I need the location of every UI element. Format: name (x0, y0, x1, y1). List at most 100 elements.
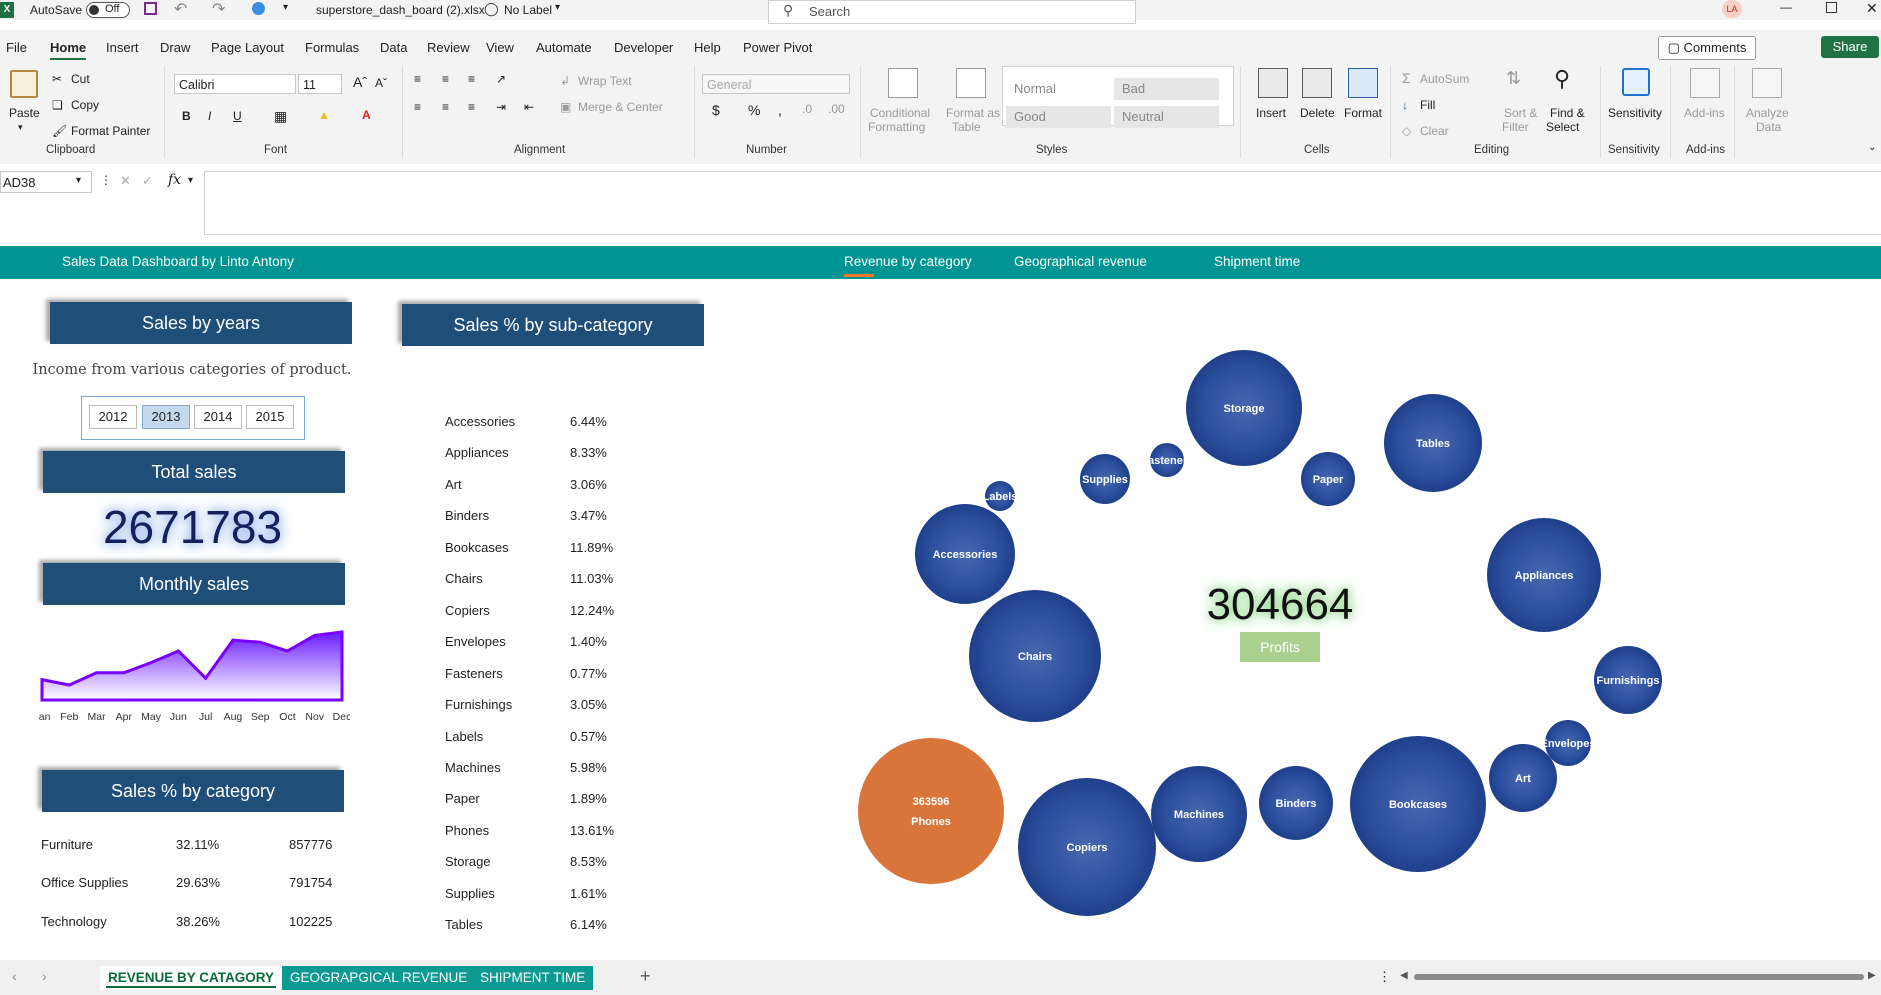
add-ins-button[interactable]: Add-ins (1684, 106, 1725, 120)
shield-icon[interactable]: ◯ (484, 1, 499, 17)
borders-icon[interactable]: ▦ (274, 108, 287, 125)
delete-button[interactable]: Delete (1300, 106, 1335, 120)
bubble-phones[interactable] (858, 738, 1004, 884)
menu-view[interactable]: View (486, 40, 514, 55)
data-label[interactable]: Data (1756, 120, 1781, 134)
menu-developer[interactable]: Developer (614, 40, 673, 55)
sheet-tab-shipment-time[interactable]: SHIPMENT TIME (472, 966, 594, 990)
menu-review[interactable]: Review (427, 40, 470, 55)
sheet-tab-geograpgical-revenue[interactable]: GEOGRAPGICAL REVENUE (282, 966, 476, 990)
undo-icon[interactable]: ↶ (174, 0, 187, 19)
style-neutral[interactable]: Neutral (1114, 106, 1219, 128)
nav-geographical-revenue[interactable]: Geographical revenue (1014, 254, 1147, 269)
paste-icon[interactable] (10, 70, 38, 98)
wrap-text-button[interactable]: Wrap Text (578, 74, 632, 88)
scroll-right-icon[interactable]: ▶ (1868, 970, 1876, 981)
collapse-ribbon-icon[interactable]: ⌄ (1868, 142, 1876, 153)
align-left-icon[interactable]: ≡ (414, 100, 421, 114)
menu-page-layout[interactable]: Page Layout (211, 40, 284, 55)
merge-center-button[interactable]: Merge & Center (578, 100, 663, 114)
currency-icon[interactable]: $ (712, 102, 720, 118)
insert-function-icon[interactable]: fx (168, 172, 181, 188)
menu-power-pivot[interactable]: Power Pivot (743, 40, 812, 55)
fill-color-icon[interactable]: ▲ (318, 108, 330, 122)
find-label[interactable]: Find & (1550, 106, 1585, 120)
search-input[interactable]: ⚲ Search (768, 0, 1136, 24)
align-top-icon[interactable]: ≡ (414, 72, 421, 86)
chevron-down-icon[interactable]: ▾ (188, 175, 193, 186)
style-good[interactable]: Good (1006, 106, 1111, 128)
conditional-formatting-icon[interactable] (888, 68, 918, 98)
nav-revenue-by-category[interactable]: Revenue by category (844, 254, 972, 277)
year-2014-button[interactable]: 2014 (194, 405, 242, 429)
redo-icon[interactable]: ↷ (212, 0, 225, 19)
paste-chevron-icon[interactable]: ▾ (18, 122, 23, 133)
format-as-table-icon[interactable] (956, 68, 986, 98)
sensitivity-icon[interactable] (1622, 68, 1650, 96)
nav-shipment-time[interactable]: Shipment time (1214, 254, 1300, 269)
year-2012-button[interactable]: 2012 (89, 405, 137, 429)
sheet-tab-revenue-by-catagory[interactable]: REVENUE BY CATAGORY (100, 966, 283, 990)
menu-automate[interactable]: Automate (536, 40, 592, 55)
menu-draw[interactable]: Draw (160, 40, 190, 55)
year-2013-button[interactable]: 2013 (142, 405, 190, 429)
font-color-icon[interactable]: A (362, 108, 371, 122)
sync-icon[interactable] (252, 2, 265, 15)
chevron-down-icon[interactable]: ▾ (555, 2, 560, 13)
cut-button[interactable]: Cut (71, 72, 90, 86)
style-normal[interactable]: Normal (1006, 78, 1111, 100)
enter-icon[interactable]: ✓ (142, 173, 153, 189)
analyze-data-icon[interactable] (1752, 68, 1782, 98)
add-sheet-button[interactable]: + (640, 966, 651, 987)
format-cells-icon[interactable] (1348, 68, 1378, 98)
align-bottom-icon[interactable]: ≡ (468, 72, 475, 86)
align-right-icon[interactable]: ≡ (468, 100, 475, 114)
percent-icon[interactable]: % (748, 102, 760, 118)
cancel-icon[interactable]: ✕ (120, 173, 131, 189)
font-name-select[interactable]: Calibri (174, 74, 296, 94)
orientation-icon[interactable]: ↗ (496, 72, 506, 86)
save-icon[interactable] (144, 2, 157, 15)
table-label[interactable]: Table (952, 120, 981, 134)
analyze-label[interactable]: Analyze (1746, 106, 1789, 120)
number-format-select[interactable]: General (702, 74, 850, 94)
scroll-left-icon[interactable]: ‹ (12, 968, 17, 984)
year-2015-button[interactable]: 2015 (246, 405, 294, 429)
more-options-icon[interactable]: ⋮ (1378, 969, 1391, 985)
chevron-down-icon[interactable]: ▾ (76, 175, 81, 186)
horizontal-scrollbar[interactable] (1414, 974, 1864, 980)
delete-cells-icon[interactable] (1302, 68, 1332, 98)
restore-icon[interactable] (1826, 2, 1837, 13)
menu-insert[interactable]: Insert (106, 40, 139, 55)
insert-cells-icon[interactable] (1258, 68, 1288, 98)
conditional-label[interactable]: Conditional (870, 106, 930, 120)
add-ins-icon[interactable] (1690, 68, 1720, 98)
style-bad[interactable]: Bad (1114, 78, 1219, 100)
font-size-select[interactable]: 11 (298, 74, 342, 94)
menu-help[interactable]: Help (694, 40, 721, 55)
bold-icon[interactable]: B (182, 109, 191, 123)
format-painter-button[interactable]: Format Painter (71, 124, 150, 138)
underline-icon[interactable]: U (233, 109, 242, 123)
menu-home[interactable]: Home (50, 40, 87, 61)
comments-button[interactable]: ▢ Comments (1658, 36, 1756, 60)
close-icon[interactable]: ✕ (1866, 0, 1878, 17)
indent-icon[interactable]: ⇥ (496, 100, 506, 114)
align-middle-icon[interactable]: ≡ (442, 72, 449, 86)
copy-button[interactable]: Copy (71, 98, 99, 112)
avatar[interactable]: LA (1722, 0, 1742, 18)
comma-icon[interactable]: , (778, 102, 782, 118)
increase-decimal-icon[interactable]: .0 (802, 102, 812, 116)
paste-button[interactable]: Paste (9, 106, 40, 120)
formula-input[interactable] (204, 171, 1881, 235)
autosave-toggle[interactable]: Off (86, 2, 130, 18)
clear-button[interactable]: Clear (1420, 124, 1449, 138)
customize-quick-access-icon[interactable]: ▾ (283, 2, 288, 13)
select-label[interactable]: Select (1546, 120, 1579, 134)
fill-button[interactable]: Fill (1420, 98, 1435, 112)
insert-button[interactable]: Insert (1256, 106, 1286, 120)
outdent-icon[interactable]: ⇤ (524, 100, 534, 114)
filter-label[interactable]: Filter (1502, 120, 1529, 134)
menu-file[interactable]: File (6, 40, 27, 55)
sensitivity-label[interactable]: No Label (504, 3, 552, 17)
